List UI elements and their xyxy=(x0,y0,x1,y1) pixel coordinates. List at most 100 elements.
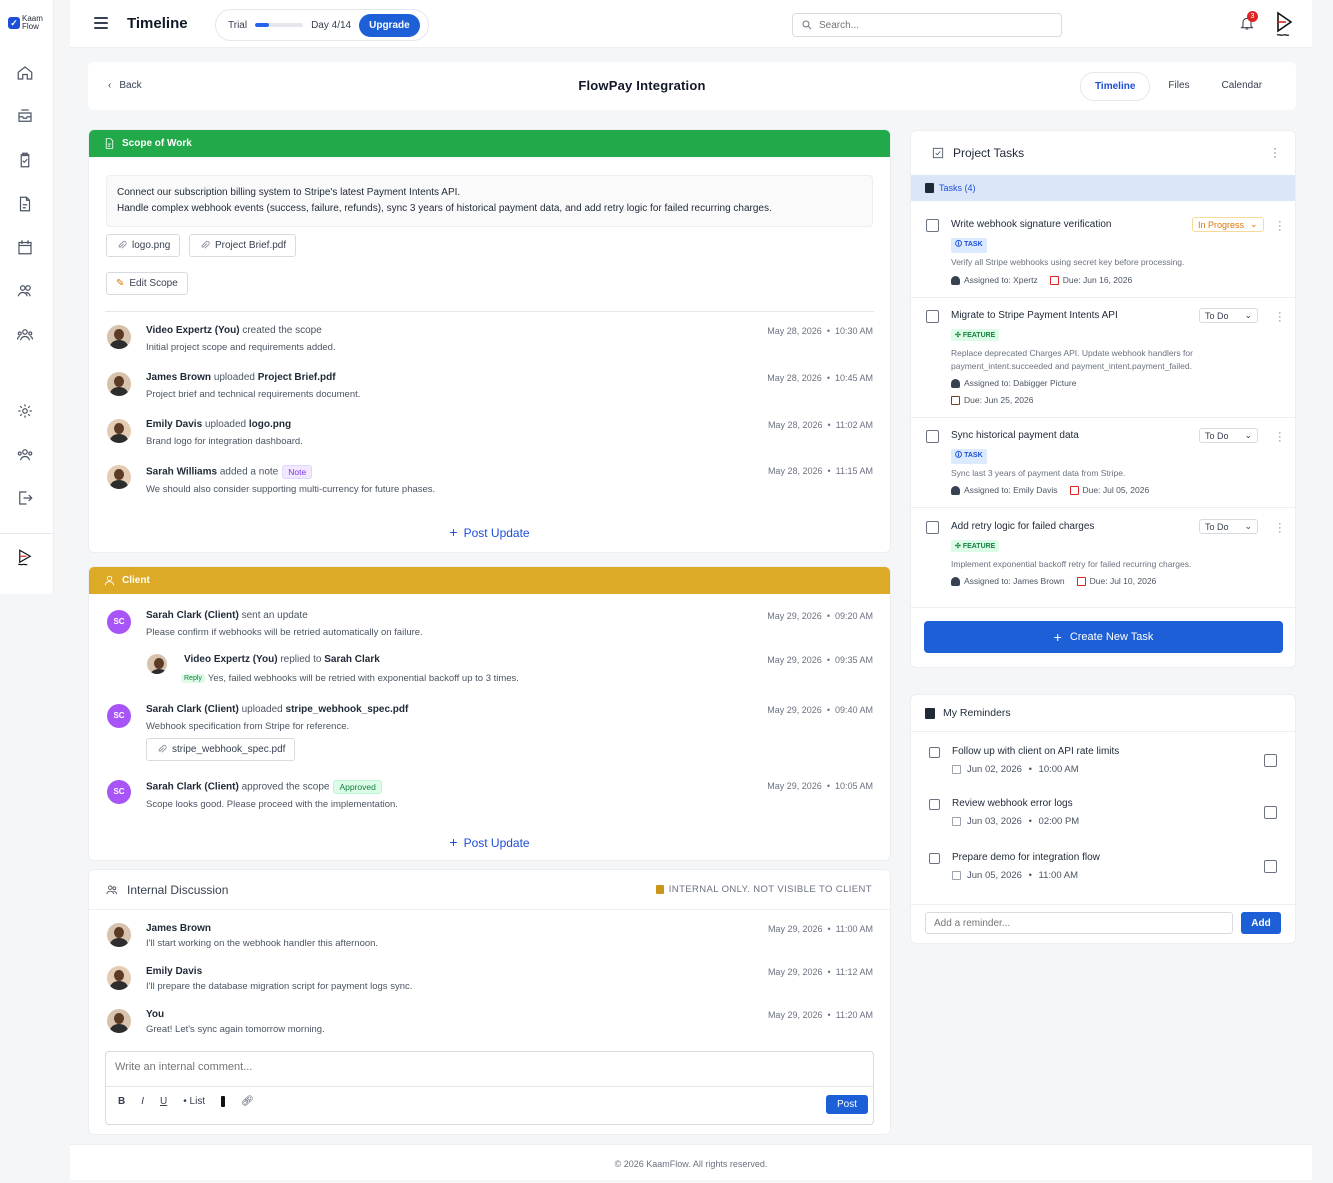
calendar-icon[interactable] xyxy=(16,238,34,256)
activity-object[interactable]: stripe_webhook_spec.pdf xyxy=(286,704,409,715)
message-text: Great! Let's sync again tomorrow morning… xyxy=(146,1024,325,1035)
file-chip-brief[interactable]: Project Brief.pdf xyxy=(189,234,297,257)
task-title[interactable]: Add retry logic for failed charges xyxy=(951,521,1094,532)
task-title[interactable]: Write webhook signature verification xyxy=(951,219,1111,230)
task-type-badge: 🛈 TASK xyxy=(951,238,987,253)
client-card: Client SC Sarah Clark (Client) sent an u… xyxy=(88,566,891,861)
upgrade-button[interactable]: Upgrade xyxy=(359,13,420,37)
reminder-checkbox[interactable] xyxy=(1264,860,1277,873)
reminder-input[interactable] xyxy=(925,912,1233,934)
search-input[interactable] xyxy=(819,19,1039,31)
task-checkbox[interactable] xyxy=(926,521,939,534)
tab-files[interactable]: Files xyxy=(1154,72,1203,101)
tasks-count-bar[interactable]: Tasks (4) xyxy=(911,175,1295,201)
edit-scope-button[interactable]: ✎ Edit Scope xyxy=(106,272,188,295)
users-icon[interactable] xyxy=(16,282,34,300)
clipboard-check-icon[interactable] xyxy=(16,151,34,169)
activity-item: SC Sarah Clark (Client) sent an update P… xyxy=(107,610,873,646)
link-icon[interactable]: 🔗︎ xyxy=(241,1096,254,1107)
task-title[interactable]: Migrate to Stripe Payment Intents API xyxy=(951,310,1118,321)
task-divider xyxy=(911,507,1297,508)
scope-post-update-button[interactable]: + Post Update xyxy=(89,524,890,540)
task-menu-icon[interactable]: · · · xyxy=(1278,308,1282,327)
highlight-icon[interactable] xyxy=(221,1096,226,1107)
file-chip-webhook-spec[interactable]: stripe_webhook_spec.pdf xyxy=(146,738,296,761)
task-title[interactable]: Sync historical payment data xyxy=(951,430,1079,441)
task-status-select[interactable]: To Do ⌄ xyxy=(1199,519,1258,534)
reminder-checkbox[interactable] xyxy=(1264,754,1277,767)
task-assignee-label: Assigned to: Dabigger Picture xyxy=(964,378,1077,388)
tab-timeline[interactable]: Timeline xyxy=(1080,72,1151,101)
file-chip-logo[interactable]: logo.png xyxy=(106,234,181,257)
activity-item: Sarah Williams added a note Note We shoul… xyxy=(107,465,873,501)
client-post-update-button[interactable]: + Post Update xyxy=(89,834,890,850)
message-item: You Great! Let's sync again tomorrow mor… xyxy=(107,1009,873,1045)
reminder-date: Jun 03, 2026 xyxy=(967,816,1022,827)
message-author: James Brown xyxy=(146,923,212,934)
comment-input[interactable] xyxy=(106,1052,873,1087)
task-checkbox[interactable] xyxy=(926,430,939,443)
activity-user: Sarah Clark (Client) xyxy=(146,610,239,621)
activity-date: May 28, 2026 xyxy=(767,373,822,383)
activity-item: James Brown uploaded Project Brief.pdf P… xyxy=(107,372,873,408)
task-status-select[interactable]: To Do ⌄ xyxy=(1199,308,1258,323)
message-item: James Brown I'll start working on the we… xyxy=(107,923,873,959)
reminder-title: Follow up with client on API rate limits xyxy=(952,746,1120,757)
task-due-label: Due: Jul 05, 2026 xyxy=(1082,485,1150,495)
create-task-button[interactable]: + Create New Task xyxy=(924,621,1283,653)
task-menu-icon[interactable]: · · · xyxy=(1278,428,1282,447)
reminder-title: Review webhook error logs xyxy=(952,798,1073,809)
inbox-icon[interactable] xyxy=(16,107,34,125)
list-button[interactable]: • List xyxy=(183,1096,205,1107)
tasks-count: Tasks (4) xyxy=(939,183,976,193)
task-type-badge: ✣ FEATURE xyxy=(951,540,1000,552)
brand-icon[interactable] xyxy=(16,548,34,566)
activity-time: 10:45 AM xyxy=(834,373,873,383)
task-checkbox[interactable] xyxy=(926,310,939,323)
task-status-select[interactable]: In Progress ⌄ xyxy=(1192,217,1264,232)
document-icon[interactable] xyxy=(16,195,34,213)
reminder-title: Prepare demo for integration flow xyxy=(952,852,1100,863)
team-alt-icon[interactable] xyxy=(16,446,34,464)
bold-button[interactable]: B xyxy=(118,1096,125,1107)
activity-date: May 29, 2026 xyxy=(767,705,822,715)
team-icon[interactable] xyxy=(16,326,34,344)
italic-button[interactable]: I xyxy=(141,1096,144,1107)
home-icon[interactable] xyxy=(16,64,34,82)
calendar-icon xyxy=(1076,576,1086,586)
activity-action: created the scope xyxy=(242,325,322,336)
message-time: 11:00 AM xyxy=(835,924,873,934)
reminder-checkbox[interactable] xyxy=(1264,806,1277,819)
search-box[interactable] xyxy=(792,13,1062,37)
task-assignee: Assigned to: Xpertz xyxy=(951,275,1038,285)
task-menu-icon[interactable]: · · · xyxy=(1278,519,1282,538)
task-description: Replace deprecated Charges API. Update w… xyxy=(951,348,1193,371)
user-avatar-brand-icon[interactable] xyxy=(1275,10,1295,38)
notification-bell[interactable]: 3 xyxy=(1239,11,1258,33)
activity-date: May 29, 2026 xyxy=(767,611,822,621)
task-status-select[interactable]: To Do ⌄ xyxy=(1199,428,1258,443)
tab-calendar[interactable]: Calendar xyxy=(1208,72,1277,101)
underline-button[interactable]: U xyxy=(160,1096,167,1107)
logout-icon[interactable] xyxy=(16,489,34,507)
add-reminder-button[interactable]: Add xyxy=(1241,912,1281,934)
task-divider xyxy=(911,297,1297,298)
settings-icon[interactable] xyxy=(16,402,34,420)
activity-detail: Initial project scope and requirements a… xyxy=(146,342,336,353)
reminder-time: 10:00 AM xyxy=(1038,764,1079,775)
task-menu-icon[interactable]: · · · xyxy=(1278,217,1282,236)
activity-object[interactable]: logo.png xyxy=(249,419,291,430)
activity-time: 11:02 AM xyxy=(835,420,873,430)
task-checkbox[interactable] xyxy=(926,219,939,232)
tasks-menu-icon[interactable]: · · · xyxy=(1273,142,1277,162)
post-comment-button[interactable]: Post xyxy=(825,1095,868,1114)
app-logo[interactable]: ✓ Kaam Flow xyxy=(8,15,43,31)
calendar-icon xyxy=(1049,275,1059,285)
avatar: SC xyxy=(107,610,131,634)
avatar: SC xyxy=(107,704,131,728)
search-icon xyxy=(802,20,812,30)
activity-object[interactable]: Project Brief.pdf xyxy=(258,372,336,383)
task-description: Sync last 3 years of payment data from S… xyxy=(951,468,1126,478)
menu-icon[interactable] xyxy=(94,17,108,29)
task-due-label: Due: Jun 16, 2026 xyxy=(1062,275,1133,285)
